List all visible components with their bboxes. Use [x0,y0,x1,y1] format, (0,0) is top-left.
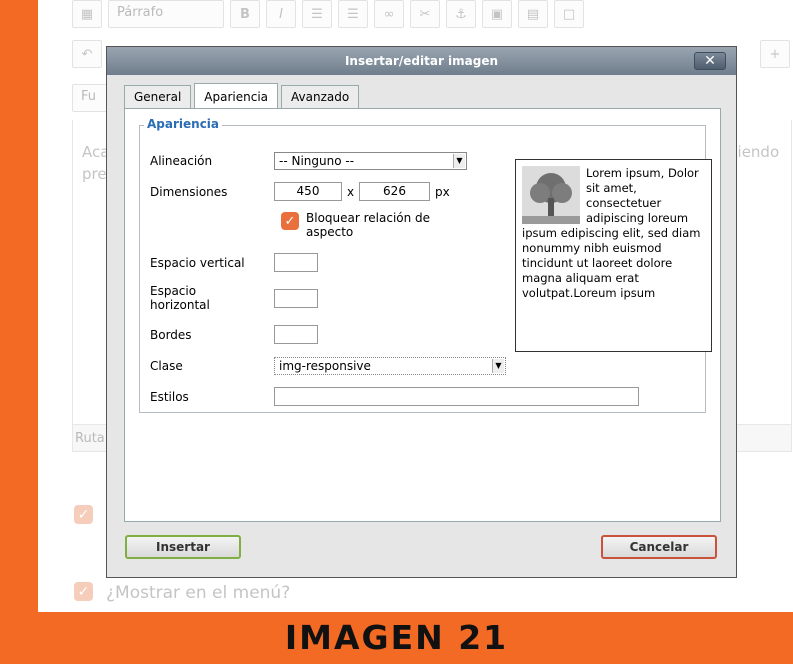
dimensions-label: Dimensiones [150,185,228,199]
alignment-select[interactable]: -- Ninguno -- ▼ [274,152,467,170]
tab-general[interactable]: General [124,85,192,109]
caption-title: IMAGEN 21 [284,618,509,657]
border-input[interactable] [274,325,318,344]
lock-ratio-label-line1: Bloquear relación de [306,211,431,225]
close-button[interactable]: ✕ [694,52,726,70]
class-select[interactable]: img-responsive ▼ [274,357,506,375]
height-input[interactable]: 626 [359,182,430,201]
styles-input[interactable] [274,387,639,406]
hspace-input[interactable] [274,289,318,308]
lock-ratio-label-line2: aspecto [306,225,354,239]
class-dropdown-arrow-icon: ▼ [492,359,504,373]
tab-apariencia[interactable]: Apariencia [194,83,279,109]
tab-avanzado[interactable]: Avanzado [281,85,360,109]
dimension-separator: x [347,185,355,199]
hspace-label-line1: Espacio [150,284,197,298]
screenshot-area: ▦ Párrafo B I ☰ ☰ ∞ ✂ ⚓ ▣ ▤ □ ↶ + Fu Aca… [38,0,793,612]
class-label: Clase [150,359,183,373]
width-input[interactable]: 450 [274,182,342,201]
fieldset-legend: Apariencia [144,117,223,131]
dialog-title: Insertar/editar imagen [344,54,499,68]
lock-ratio-checkbox[interactable]: ✓ [281,212,299,230]
vspace-label: Espacio vertical [150,256,245,270]
alignment-label: Alineación [150,154,213,168]
alignment-select-value: -- Ninguno -- [279,154,355,168]
cancel-button[interactable]: Cancelar [601,535,717,559]
dropdown-arrow-icon: ▼ [453,154,465,168]
image-dialog: Insertar/editar imagen ✕ General Aparien… [106,46,737,578]
insert-button[interactable]: Insertar [125,535,241,559]
vspace-input[interactable] [274,253,318,272]
image-preview: Lorem ipsum, Dolor sit amet, consectetue… [515,159,712,352]
dimension-unit: px [435,185,450,199]
hspace-label-line2: horizontal [150,298,210,312]
tree-thumbnail-icon [522,166,580,224]
appearance-fieldset: Apariencia Alineación -- Ninguno -- ▼ Di… [139,117,712,413]
dialog-titlebar[interactable]: Insertar/editar imagen ✕ [107,47,736,75]
styles-label: Estilos [150,390,189,404]
dialog-tabs: General Apariencia Avanzado [124,83,360,109]
tab-panel: Apariencia Alineación -- Ninguno -- ▼ Di… [124,108,721,522]
border-label: Bordes [150,328,192,342]
class-select-value: img-responsive [279,359,371,373]
